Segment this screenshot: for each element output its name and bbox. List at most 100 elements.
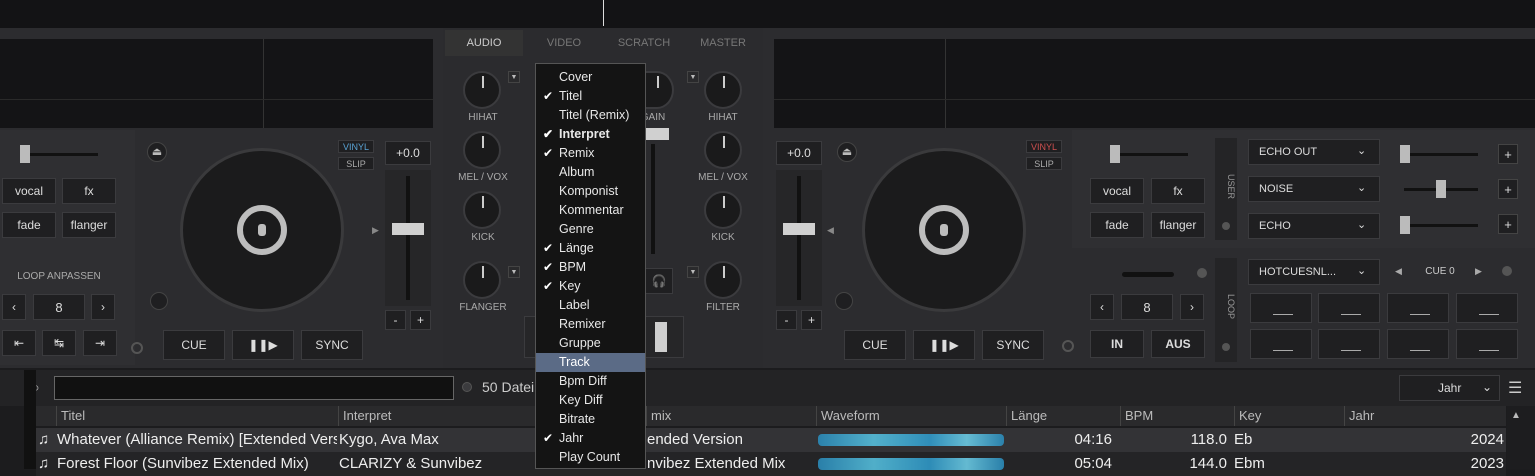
gain-slider[interactable]	[651, 144, 655, 254]
right-settings-gear-icon[interactable]	[1062, 340, 1074, 352]
left-hihat-dropdown-icon[interactable]: ▼	[508, 71, 520, 83]
hotcue-pad-8[interactable]	[1456, 329, 1518, 359]
left-filter-slider[interactable]	[20, 153, 98, 156]
right-loop-decrease[interactable]: ‹	[1090, 294, 1114, 320]
left-flanger-dropdown-icon[interactable]: ▼	[508, 266, 520, 278]
right-loop-out-button[interactable]: AUS	[1151, 330, 1205, 358]
left-fx-flanger[interactable]: flanger	[62, 212, 116, 238]
hotcue-pad-6[interactable]	[1318, 329, 1380, 359]
left-play-pause-button[interactable]: ❚❚▶	[232, 330, 294, 360]
left-loop-out-icon[interactable]: ⇥	[83, 330, 117, 356]
menu-item-album[interactable]: Album	[536, 163, 645, 182]
fx-slot-2-select[interactable]: NOISE ⌄	[1248, 176, 1380, 202]
right-stop-icon[interactable]	[835, 292, 853, 310]
right-pitch-plus[interactable]: +	[801, 310, 822, 330]
menu-item-label[interactable]: Label	[536, 296, 645, 315]
column-header-waveform[interactable]: Waveform	[816, 406, 1006, 426]
left-pitch-thumb[interactable]	[392, 223, 424, 235]
menu-item-remix[interactable]: ✔ Remix	[536, 144, 645, 163]
tab-video[interactable]: VIDEO	[524, 30, 604, 56]
fx-slot-1-thumb[interactable]	[1400, 145, 1410, 163]
right-filter-slider[interactable]	[1110, 153, 1188, 156]
left-pitch-plus[interactable]: +	[410, 310, 431, 330]
hotcue-pad-1[interactable]	[1250, 293, 1312, 323]
menu-item-track[interactable]: Track	[536, 353, 645, 372]
menu-item-play-count[interactable]: Play Count	[536, 448, 645, 467]
left-cue-button[interactable]: CUE	[163, 330, 225, 360]
hotcue-pad-5[interactable]	[1250, 329, 1312, 359]
menu-item-titel-remix[interactable]: Titel (Remix)	[536, 106, 645, 125]
column-header-key[interactable]: Key	[1234, 406, 1344, 426]
left-loop-increase[interactable]: ›	[91, 294, 115, 320]
hotcue-pad-4[interactable]	[1456, 293, 1518, 323]
hotcue-pad-2[interactable]	[1318, 293, 1380, 323]
left-melvox-knob[interactable]	[463, 131, 501, 169]
sort-select[interactable]: Jahr ⌄	[1399, 375, 1500, 401]
hotcue-pad-3[interactable]	[1387, 293, 1449, 323]
right-cue-button[interactable]: CUE	[844, 330, 906, 360]
right-melvox-knob[interactable]	[704, 131, 742, 169]
fx-slot-1-slider[interactable]	[1400, 153, 1478, 156]
left-waveform[interactable]	[0, 39, 433, 128]
left-loop-in-icon[interactable]: ⇤	[2, 330, 36, 356]
right-play-pause-button[interactable]: ❚❚▶	[913, 330, 975, 360]
right-fx-fx[interactable]: fx	[1151, 178, 1205, 204]
left-hihat-knob[interactable]	[463, 71, 501, 109]
left-stop-icon[interactable]	[150, 292, 168, 310]
menu-item-bpm[interactable]: ✔ BPM	[536, 258, 645, 277]
left-vinyl-toggle[interactable]: VINYL	[338, 140, 374, 153]
right-loop-increase[interactable]: ›	[1180, 294, 1204, 320]
left-eject-icon[interactable]: ⏏	[147, 142, 167, 162]
fx-slot-1-select[interactable]: ECHO OUT ⌄	[1248, 139, 1380, 165]
left-slip-toggle[interactable]: SLIP	[338, 157, 374, 170]
tab-scratch[interactable]: SCRATCH	[605, 30, 683, 56]
menu-item-key[interactable]: ✔ Key	[536, 277, 645, 296]
filter-dot-icon[interactable]	[462, 382, 472, 392]
menu-item-bpm-diff[interactable]: Bpm Diff	[536, 372, 645, 391]
fx-slot-1-add-button[interactable]: +	[1498, 144, 1518, 164]
left-pitch-minus[interactable]: -	[385, 310, 406, 330]
cue-prev-icon[interactable]: ◀	[1395, 266, 1402, 277]
fx-slot-3-thumb[interactable]	[1400, 216, 1410, 234]
column-header-bpm[interactable]: BPM	[1120, 406, 1234, 426]
headphones-icon[interactable]: 🎧	[645, 268, 673, 294]
left-loop-decrease[interactable]: ‹	[2, 294, 26, 320]
left-filter-thumb[interactable]	[20, 145, 30, 163]
scroll-up-icon[interactable]: ▲	[1511, 410, 1521, 421]
menu-item-komponist[interactable]: Komponist	[536, 182, 645, 201]
menu-item-titel[interactable]: ✔ Titel	[536, 87, 645, 106]
right-vinyl-toggle[interactable]: VINYL	[1026, 140, 1062, 153]
right-kick-knob[interactable]	[704, 191, 742, 229]
cue-next-icon[interactable]: ▶	[1475, 266, 1482, 277]
search-input[interactable]	[54, 376, 454, 400]
left-sync-button[interactable]: SYNC	[301, 330, 363, 360]
right-pitch-slider[interactable]	[797, 176, 801, 300]
column-header-remix[interactable]: mix	[646, 406, 816, 426]
crossfader-thumb[interactable]	[655, 322, 667, 352]
fx-slot-3-select[interactable]: ECHO ⌄	[1248, 213, 1380, 239]
right-slip-toggle[interactable]: SLIP	[1026, 157, 1062, 170]
hotcue-pad-7[interactable]	[1387, 329, 1449, 359]
right-filter-knob[interactable]	[704, 261, 742, 299]
fx-slot-2-thumb[interactable]	[1436, 180, 1446, 198]
gain-slider-thumb[interactable]	[645, 128, 669, 140]
right-filter-dropdown-icon[interactable]: ▼	[687, 266, 699, 278]
tab-audio[interactable]: AUDIO	[445, 30, 523, 56]
column-header-jahr[interactable]: Jahr	[1344, 406, 1506, 426]
hotcues-select[interactable]: HOTCUESNL... ⌄	[1248, 259, 1380, 285]
table-row[interactable]: ♫ Whatever (Alliance Remix) [Extended Ve…	[36, 428, 1506, 452]
tab-master[interactable]: MASTER	[684, 30, 762, 56]
left-flanger-knob[interactable]	[463, 261, 501, 299]
menu-item-interpret[interactable]: ✔ Interpret	[536, 125, 645, 144]
fx-slot-2-add-button[interactable]: +	[1498, 179, 1518, 199]
left-fx-fx[interactable]: fx	[62, 178, 116, 204]
right-fx-fade[interactable]: fade	[1090, 212, 1144, 238]
column-header-laenge[interactable]: Länge	[1006, 406, 1120, 426]
left-kick-knob[interactable]	[463, 191, 501, 229]
right-hihat-knob[interactable]	[704, 71, 742, 109]
menu-item-jahr[interactable]: ✔ Jahr	[536, 429, 645, 448]
menu-item-key-diff[interactable]: Key Diff	[536, 391, 645, 410]
menu-item-cover[interactable]: Cover	[536, 68, 645, 87]
left-settings-gear-icon[interactable]	[131, 342, 143, 354]
right-waveform[interactable]	[774, 39, 1535, 128]
